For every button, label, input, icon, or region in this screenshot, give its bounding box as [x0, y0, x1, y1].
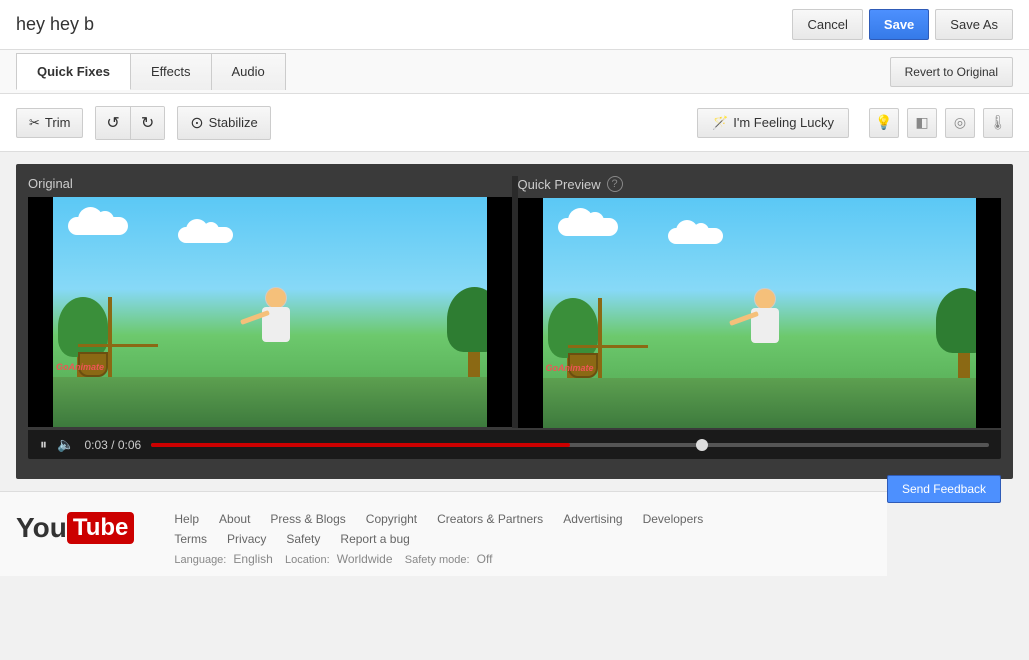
- youtube-logo: YouTube: [16, 512, 134, 544]
- cloud2p: [668, 228, 723, 244]
- toolbar: ✂ Trim ↺ ↻ ⊙ Stabilize 🪄 I'm Feeling Luc…: [0, 94, 1029, 152]
- trim-button[interactable]: ✂ Trim: [16, 108, 83, 138]
- location-label: Location:: [285, 554, 330, 566]
- footer-links-row2: Terms Privacy Safety Report a bug: [174, 532, 871, 546]
- footer-link-safety[interactable]: Safety: [286, 532, 320, 546]
- preview-label: Quick Preview ?: [518, 176, 1002, 192]
- original-scene: GoAnimate: [28, 197, 512, 427]
- original-panel: Original: [28, 176, 512, 428]
- watermark-left: GoAnimate: [56, 362, 104, 372]
- footer-link-advertising[interactable]: Advertising: [563, 512, 622, 526]
- progress-fill: [151, 443, 570, 447]
- tab-effects[interactable]: Effects: [130, 53, 212, 90]
- logo-tube: Tube: [67, 512, 135, 544]
- video-controls: ⏸ 🔈 0:03 / 0:06: [28, 430, 1001, 459]
- footer-link-press[interactable]: Press & Blogs: [270, 512, 345, 526]
- watermark-right: GoAnimate: [546, 363, 594, 373]
- circle-icon: ◎: [954, 114, 966, 131]
- rotate-group: ↺ ↻: [95, 106, 165, 140]
- tab-audio[interactable]: Audio: [211, 53, 286, 90]
- lucky-button[interactable]: 🪄 I'm Feeling Lucky: [697, 108, 849, 138]
- time-display: 0:03 / 0:06: [84, 438, 141, 452]
- help-icon[interactable]: ?: [607, 176, 623, 192]
- footer-links-row1: Help About Press & Blogs Copyright Creat…: [174, 512, 871, 526]
- footer-link-report[interactable]: Report a bug: [340, 532, 409, 546]
- character: [230, 287, 310, 387]
- progress-bar[interactable]: [151, 443, 989, 447]
- logo-you: You: [16, 512, 67, 544]
- video-panels: Original: [28, 176, 1001, 428]
- video-area: Original: [16, 164, 1013, 479]
- footer-meta: Language: English Location: Worldwide Sa…: [174, 552, 871, 566]
- footer-link-help[interactable]: Help: [174, 512, 199, 526]
- safety-label: Safety mode:: [405, 554, 470, 566]
- wand-icon: 🪄: [712, 115, 728, 131]
- saturation-button[interactable]: ◎: [945, 108, 975, 138]
- preview-video: GoAnimate: [518, 198, 1002, 428]
- rotate-right-button[interactable]: ↻: [131, 107, 164, 139]
- character-p: [719, 288, 799, 388]
- progress-knob[interactable]: [696, 439, 708, 451]
- save-as-button[interactable]: Save As: [935, 9, 1013, 40]
- rotate-right-icon: ↻: [141, 113, 154, 133]
- footer-link-about[interactable]: About: [219, 512, 250, 526]
- preview-panel: Quick Preview ?: [518, 176, 1002, 428]
- footer: YouTube Help About Press & Blogs Copyrig…: [0, 491, 887, 576]
- tabs-container: Quick Fixes Effects Audio: [16, 53, 285, 90]
- temperature-button[interactable]: 🌡: [983, 108, 1013, 138]
- crossbar-p: [568, 345, 648, 348]
- tab-quick-fixes[interactable]: Quick Fixes: [16, 53, 131, 90]
- black-bar-left: [28, 197, 53, 427]
- header-buttons: Cancel Save Save As: [792, 9, 1013, 40]
- preview-scene: GoAnimate: [518, 198, 1002, 428]
- scissors-icon: ✂: [29, 115, 40, 131]
- contrast-icon: ◧: [915, 114, 928, 131]
- footer-link-copyright[interactable]: Copyright: [366, 512, 417, 526]
- black-bar-left-p: [518, 198, 543, 428]
- original-label: Original: [28, 176, 512, 191]
- cloud1: [68, 217, 128, 235]
- location-value[interactable]: Worldwide: [337, 552, 393, 566]
- black-bar-right: [487, 197, 512, 427]
- rotate-left-icon: ↺: [106, 113, 119, 133]
- language-label: Language:: [174, 554, 226, 566]
- revert-button[interactable]: Revert to Original: [890, 57, 1013, 87]
- stabilize-icon: ⊙: [190, 113, 203, 133]
- page-title: hey hey b: [16, 14, 94, 35]
- header: hey hey b Cancel Save Save As: [0, 0, 1029, 50]
- crossbar: [78, 344, 158, 347]
- ground: [28, 377, 512, 427]
- volume-button[interactable]: 🔈: [57, 436, 74, 453]
- rotate-left-button[interactable]: ↺: [96, 107, 130, 139]
- save-button[interactable]: Save: [869, 9, 929, 40]
- cloud1p: [558, 218, 618, 236]
- footer-links: Help About Press & Blogs Copyright Creat…: [174, 512, 871, 566]
- stabilize-button[interactable]: ⊙ Stabilize: [177, 106, 271, 140]
- original-video: GoAnimate: [28, 197, 512, 427]
- cancel-button[interactable]: Cancel: [792, 9, 862, 40]
- footer-link-terms[interactable]: Terms: [174, 532, 207, 546]
- cloud2: [178, 227, 233, 243]
- icon-tools: 💡 ◧ ◎ 🌡: [869, 108, 1013, 138]
- thermometer-icon: 🌡: [989, 114, 1007, 131]
- language-value[interactable]: English: [233, 552, 272, 566]
- send-feedback-button[interactable]: Send Feedback: [887, 475, 1001, 503]
- pause-button[interactable]: ⏸: [40, 436, 47, 453]
- tabs-bar: Quick Fixes Effects Audio Revert to Orig…: [0, 50, 1029, 94]
- footer-link-developers[interactable]: Developers: [643, 512, 704, 526]
- bulb-icon: 💡: [875, 114, 892, 131]
- black-bar-right-p: [976, 198, 1001, 428]
- footer-link-privacy[interactable]: Privacy: [227, 532, 266, 546]
- brightness-button[interactable]: 💡: [869, 108, 899, 138]
- ground-p: [518, 378, 1002, 428]
- contrast-button[interactable]: ◧: [907, 108, 937, 138]
- safety-value[interactable]: Off: [477, 552, 493, 566]
- footer-link-creators[interactable]: Creators & Partners: [437, 512, 543, 526]
